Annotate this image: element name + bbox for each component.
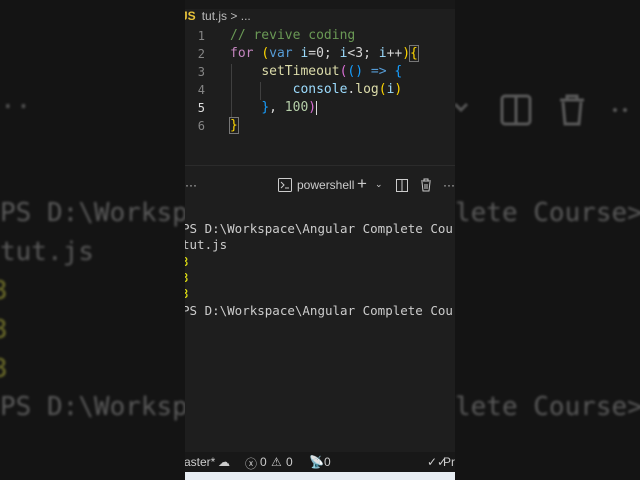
bg-prompt: PS D:\Worksp [0, 198, 185, 228]
line-number: 6 [197, 119, 205, 133]
line-number-current: 5 [197, 101, 205, 115]
status-bar: master* ☁ ⓧ 0 ⚠ 0 📡 0 ✓✓ Pr [185, 452, 455, 472]
bg-output: 3 [0, 354, 8, 384]
bracket-matched: { [409, 45, 419, 62]
line-number: 3 [197, 65, 205, 79]
code-text: , [269, 100, 285, 115]
tab-strip [185, 0, 455, 9]
bg-prompt-right: lete Course> [455, 198, 640, 228]
code-line-1[interactable]: // revive coding [230, 28, 355, 43]
branch-status[interactable]: master* [185, 455, 215, 469]
comment: // revive coding [230, 28, 356, 43]
terminal-output: 3 [185, 286, 189, 301]
warning-icon[interactable]: ⚠ [271, 455, 282, 469]
function-name: setTimeout [261, 64, 340, 79]
broadcast-icon[interactable]: 📡 [309, 455, 324, 469]
bracket: () [347, 64, 364, 79]
error-icon[interactable]: ⓧ [245, 455, 257, 472]
bracket: ( [261, 46, 270, 61]
line-number: 4 [197, 83, 205, 97]
vscode-window: JS tut.js > ... 1 2 3 4 5 6 // revive cod… [185, 0, 455, 480]
breadcrumb-separator: > [230, 9, 238, 23]
sync-cloud-icon[interactable]: ☁ [218, 455, 230, 469]
bg-output: 3 [0, 276, 8, 306]
code-line-6[interactable]: } [229, 117, 239, 134]
bracket: } [261, 100, 270, 115]
code-text: ++ [386, 46, 403, 61]
blurred-background-right: lete Course> lete Course> [455, 0, 640, 480]
bracket: ( [378, 82, 387, 97]
new-terminal-icon[interactable]: + [357, 174, 367, 194]
keyword: for [230, 46, 254, 61]
bg-ellipsis: ·· [0, 92, 32, 122]
line-number: 2 [197, 47, 205, 61]
code-line-2[interactable]: for (var i=0; i<3; i++){ [230, 45, 419, 62]
warning-count[interactable]: 0 [286, 455, 293, 469]
chevron-down-icon[interactable]: ⌄ [375, 179, 383, 190]
bracket: ) [308, 100, 317, 115]
code-text: <3; [347, 46, 379, 61]
terminal-output: 3 [185, 254, 189, 269]
arrow: => [363, 64, 395, 79]
bracket-matched: } [229, 117, 239, 134]
breadcrumb-more[interactable]: ... [241, 9, 251, 23]
trash-icon[interactable] [420, 178, 432, 192]
keyword: var [269, 46, 293, 61]
terminal-shell-name[interactable]: powershell [297, 178, 354, 192]
terminal-line: tut.js [185, 237, 228, 252]
js-file-icon: JS [185, 9, 196, 23]
breadcrumb[interactable]: JS tut.js > ... [185, 9, 251, 23]
bg-prompt: PS D:\Worksp [0, 392, 185, 422]
code-text: =0; [308, 46, 340, 61]
bracket: { [394, 64, 403, 79]
prettier-status[interactable]: Pr [443, 455, 455, 469]
terminal-more-right[interactable]: ··· [443, 178, 455, 192]
terminal-more-left[interactable]: ··· [185, 178, 197, 192]
ports-count[interactable]: 0 [324, 455, 331, 469]
code-line-5[interactable]: }, 100) [230, 100, 318, 115]
terminal-output: 3 [185, 270, 189, 285]
text-cursor [316, 100, 318, 115]
bg-output: 3 [0, 315, 8, 345]
code-line-4[interactable]: console.log(i) [230, 82, 403, 97]
identifier: i [378, 46, 387, 61]
code-line-3[interactable]: setTimeout(() => { [230, 64, 402, 79]
error-count[interactable]: 0 [260, 455, 267, 469]
bracket: ) [402, 46, 411, 61]
bracket: ) [394, 82, 403, 97]
panel-divider [185, 165, 455, 166]
breadcrumb-file[interactable]: tut.js [202, 9, 227, 23]
line-number: 1 [197, 29, 205, 43]
bg-toolbar-icons [455, 94, 627, 126]
terminal-icon [278, 178, 292, 192]
bg-file: tut.js [0, 237, 94, 267]
number: 100 [284, 100, 309, 115]
blurred-background-left: ·· PS D:\Worksp tut.js 3 3 3 PS D:\Works… [0, 0, 185, 480]
bg-prompt-right: lete Course> [455, 392, 640, 422]
terminal-line: PS D:\Workspace\Angular Complete Course> [185, 303, 455, 318]
terminal-toolbar: ··· powershell + ⌄ ··· [185, 174, 455, 196]
terminal-line: PS D:\Workspace\Angular Complete Course> [185, 221, 455, 236]
function-name: log [355, 82, 379, 97]
identifier: console [292, 82, 348, 97]
split-terminal-icon[interactable] [396, 179, 408, 192]
taskbar-strip [185, 472, 455, 480]
